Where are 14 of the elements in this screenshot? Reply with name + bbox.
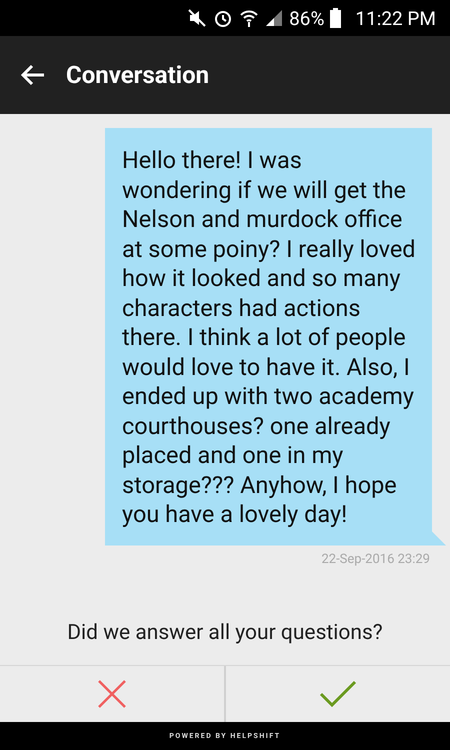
- message-text: Hello there! I was wondering if we will get the Nelson and murdock office at some poiny? I really loved how it looked and so many characters had actions there. I think a lot of people would love to have it. Also, I ended up with two academy courthouses? one already placed and one in my storage??? Anyhow, I hope you have a lovely day!: [122, 146, 416, 528]
- mute-icon: [187, 8, 208, 28]
- screen-title: Conversation: [66, 61, 210, 89]
- message-timestamp: 22-Sep-2016 23:29: [321, 552, 430, 566]
- wifi-icon: [239, 8, 260, 28]
- back-arrow-icon[interactable]: [20, 64, 46, 86]
- alarm-icon: [213, 8, 234, 28]
- feedback-question: Did we answer all your questions?: [67, 620, 383, 644]
- signal-icon: [265, 9, 284, 27]
- check-icon: [319, 679, 357, 709]
- clock-time: 11:22 PM: [355, 6, 436, 30]
- battery-percentage: 86%: [289, 6, 324, 30]
- cross-icon: [97, 679, 127, 709]
- battery-icon: [330, 8, 342, 28]
